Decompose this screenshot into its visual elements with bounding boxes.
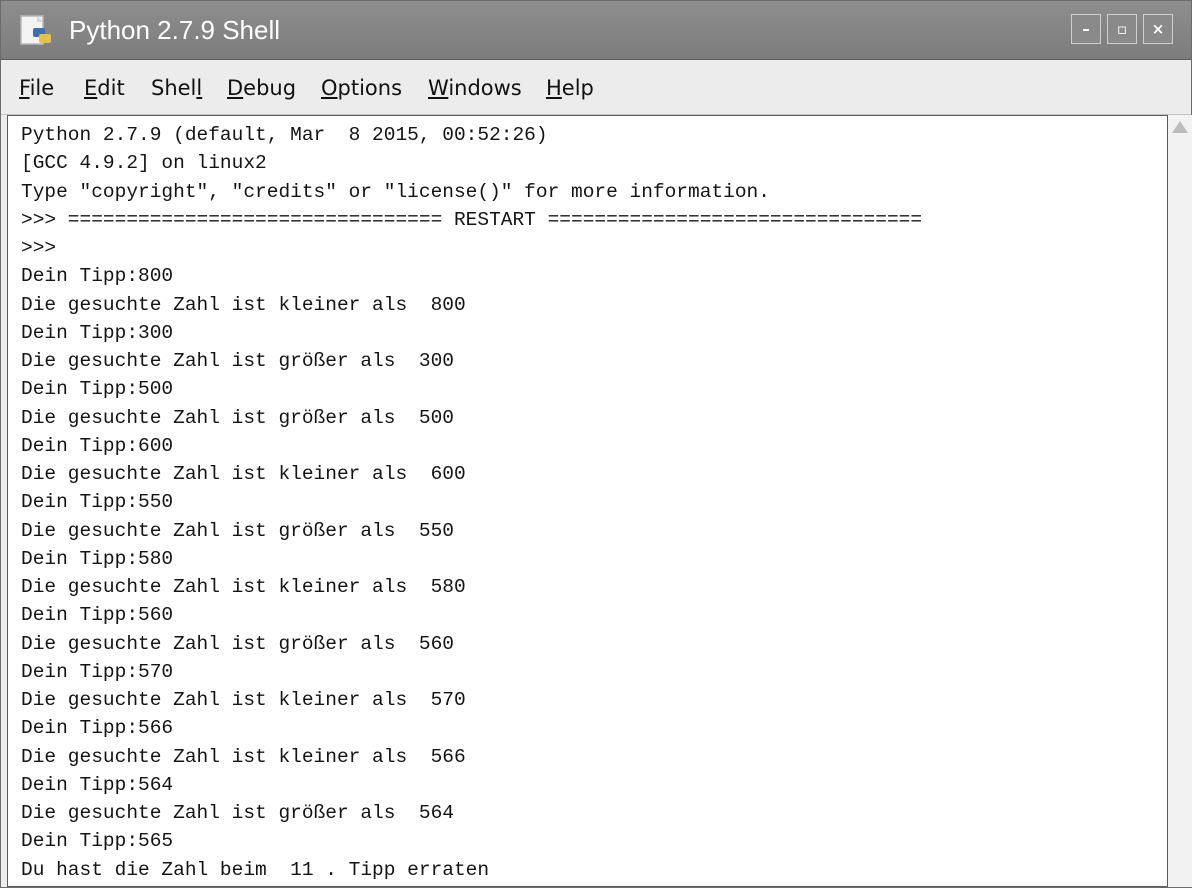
shell-line: Dein Tipp:550 [21,491,174,514]
menu-shell[interactable]: Shell [151,75,202,101]
minimize-button[interactable]: – [1071,14,1101,44]
shell-line: Type "copyright", "credits" or "license(… [21,180,770,203]
shell-line: Dein Tipp:564 [21,773,174,796]
menu-bar: File Edit Shell Debug Options Windows He… [1,60,1191,115]
menu-file[interactable]: File [19,75,54,101]
shell-line: Die gesuchte Zahl ist größer als 564 [21,802,454,824]
shell-line: Dein Tipp:566 [21,717,174,740]
shell-line: Die gesuchte Zahl ist kleiner als 600 [21,463,466,485]
vertical-scrollbar[interactable] [1167,115,1192,887]
menu-windows[interactable]: Windows [428,75,522,101]
shell-line: Die gesuchte Zahl ist kleiner als 570 [21,689,466,711]
menu-edit[interactable]: Edit [84,75,125,101]
shell-line: Dein Tipp:800 [21,265,174,288]
shell-line: Dein Tipp:560 [21,604,174,627]
shell-line: Die gesuchte Zahl ist größer als 300 [21,350,454,372]
shell-line: Die gesuchte Zahl ist größer als 550 [21,519,454,542]
shell-prompt[interactable]: >>> [21,884,922,886]
shell-line: Dein Tipp:300 [21,321,174,344]
shell-line: >>> [21,237,57,259]
menu-options[interactable]: Options [321,75,402,101]
shell-text-area[interactable]: Python 2.7.9 (default, Mar 8 2015, 00:52… [7,115,1167,887]
menu-debug[interactable]: Debug [227,75,296,101]
shell-line: Dein Tipp:600 [21,434,174,457]
shell-line: [GCC 4.9.2] on linux2 [21,152,267,175]
close-button[interactable]: × [1143,14,1173,44]
shell-line: Dein Tipp:570 [21,660,174,683]
window-title: Python 2.7.9 Shell [69,15,281,45]
shell-line: Dein Tipp:580 [21,547,174,570]
shell-output: Python 2.7.9 (default, Mar 8 2015, 00:52… [21,121,923,886]
shell-line: Die gesuchte Zahl ist kleiner als 580 [21,576,466,598]
title-bar[interactable]: Python 2.7.9 Shell – ▫ × [1,1,1191,60]
shell-line: Du hast die Zahl beim 11 . Tipp erraten [21,858,490,881]
shell-line: Dein Tipp:565 [21,830,174,853]
shell-line: Python 2.7.9 (default, Mar 8 2015, 00:52… [21,124,548,146]
shell-line: Die gesuchte Zahl ist kleiner als 800 [21,293,466,316]
menu-help[interactable]: Help [546,75,594,101]
idle-shell-window: Python 2.7.9 Shell – ▫ × File Edit Shell… [0,0,1192,888]
shell-line: Dein Tipp:500 [21,378,174,401]
shell-line: Die gesuchte Zahl ist kleiner als 566 [21,745,466,768]
python-shell-icon [20,15,51,45]
shell-line: >>> ================================ RES… [21,208,923,231]
shell-line: Die gesuchte Zahl ist größer als 560 [21,632,454,655]
scroll-up-arrow-icon[interactable] [1172,121,1188,133]
maximize-button[interactable]: ▫ [1107,14,1137,44]
shell-line: Die gesuchte Zahl ist größer als 500 [21,406,454,429]
